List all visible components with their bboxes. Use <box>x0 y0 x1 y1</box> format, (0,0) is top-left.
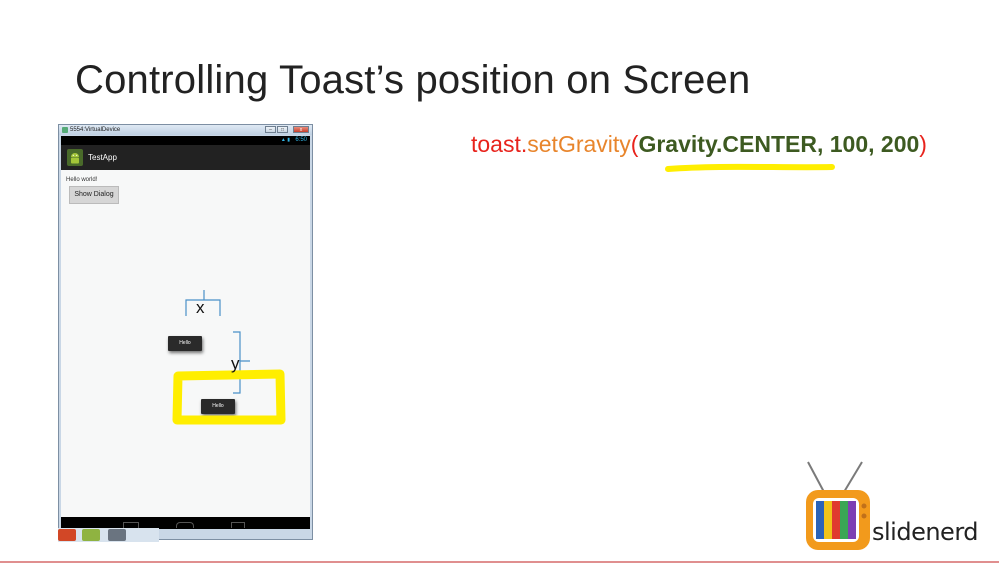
x-label: x <box>196 298 205 317</box>
slide-title: Controlling Toast’s position on Screen <box>75 58 751 102</box>
android-robot-icon <box>67 149 83 166</box>
taskbar <box>58 528 159 542</box>
app-name: TestApp <box>88 153 117 162</box>
emulator-app-icon <box>62 127 68 133</box>
android-screen[interactable]: ▲ ▮ 6:50 TestApp Hello world! Show Dialo… <box>61 136 310 529</box>
code-comma-1: , <box>816 131 830 157</box>
code-snippet: toast.setGravity(Gravity.CENTER, 100, 20… <box>471 131 927 158</box>
slidenerd-logo-text: slidenerd <box>872 518 979 546</box>
home-icon[interactable] <box>176 522 194 528</box>
maximize-button[interactable]: □ <box>277 126 288 133</box>
slide-bottom-rule <box>0 561 999 563</box>
code-comma-2: , <box>868 131 881 157</box>
code-method: setGravity <box>527 131 631 157</box>
gravity-underline <box>665 163 835 172</box>
action-bar: TestApp <box>61 145 310 170</box>
slidenerd-tv-logo-icon <box>806 461 870 550</box>
code-arg-y: 200 <box>880 131 920 157</box>
code-arg-x: 100 <box>829 131 869 157</box>
android-studio-icon[interactable] <box>82 529 100 541</box>
status-bar: ▲ ▮ 6:50 <box>61 136 310 145</box>
toast-offset: Hello <box>201 399 235 414</box>
code-close-paren: ) <box>919 131 927 157</box>
emulator-window[interactable]: 5554:VirtualDevice – □ x ▲ ▮ 6:50 TestAp… <box>58 124 313 540</box>
hello-world-text: Hello world! <box>66 177 98 183</box>
recents-icon[interactable] <box>231 522 245 528</box>
powerpoint-icon[interactable] <box>58 529 76 541</box>
toast-default: Hello <box>168 336 202 351</box>
status-time: 6:50 <box>295 137 307 143</box>
show-dialog-button[interactable]: Show Dialog <box>69 186 119 204</box>
emulator-window-title: 5554:VirtualDevice <box>70 127 121 133</box>
code-object: toast <box>471 131 521 157</box>
code-arg-gravity: Gravity.CENTER <box>638 131 817 157</box>
y-label: y <box>231 354 240 373</box>
emulator-titlebar[interactable]: 5554:VirtualDevice – □ x <box>59 125 312 135</box>
emulator-taskbar-icon[interactable] <box>108 529 126 541</box>
minimize-button[interactable]: – <box>265 126 276 133</box>
close-button[interactable]: x <box>293 126 309 133</box>
signal-battery-icon: ▲ ▮ <box>280 137 290 143</box>
